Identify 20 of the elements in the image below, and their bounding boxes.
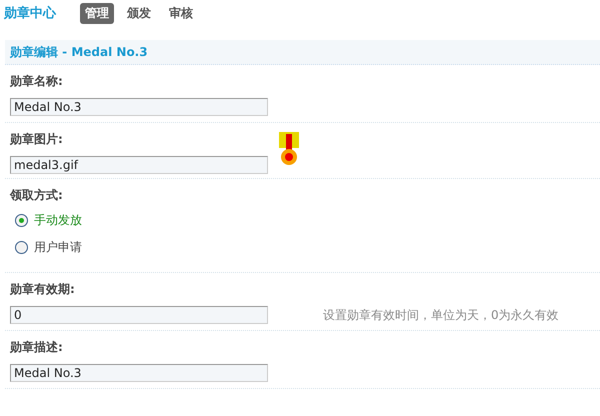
field-hint: 设置勋章有效时间，单位为天，0为永久有效 [323,306,559,324]
radio-button[interactable] [15,214,28,227]
field-label: 勋章图片: [10,131,64,148]
radio-label[interactable]: 用户申请 [34,239,82,256]
field-label: 领取方式: [10,187,64,204]
text-field[interactable]: 0 [10,306,268,324]
text-field[interactable]: medal3.gif [10,156,268,174]
panel-title: 勋章编辑 - Medal No.3 [5,40,600,65]
radio-label[interactable]: 手动发放 [34,212,82,229]
field-label: 勋章名称: [10,73,64,90]
text-field[interactable]: Medal No.3 [10,98,268,116]
radio-button[interactable] [15,241,28,254]
nav-tab[interactable]: 审核 [164,2,198,24]
nav-tab[interactable]: 管理 [80,2,114,24]
field-label: 勋章有效期: [10,281,76,298]
medal-icon [278,132,300,166]
field-label: 勋章描述: [10,339,64,356]
text-field[interactable]: Medal No.3 [10,364,268,382]
nav-tab[interactable]: 颁发 [122,2,156,24]
app-title: 勋章中心 [4,4,56,22]
